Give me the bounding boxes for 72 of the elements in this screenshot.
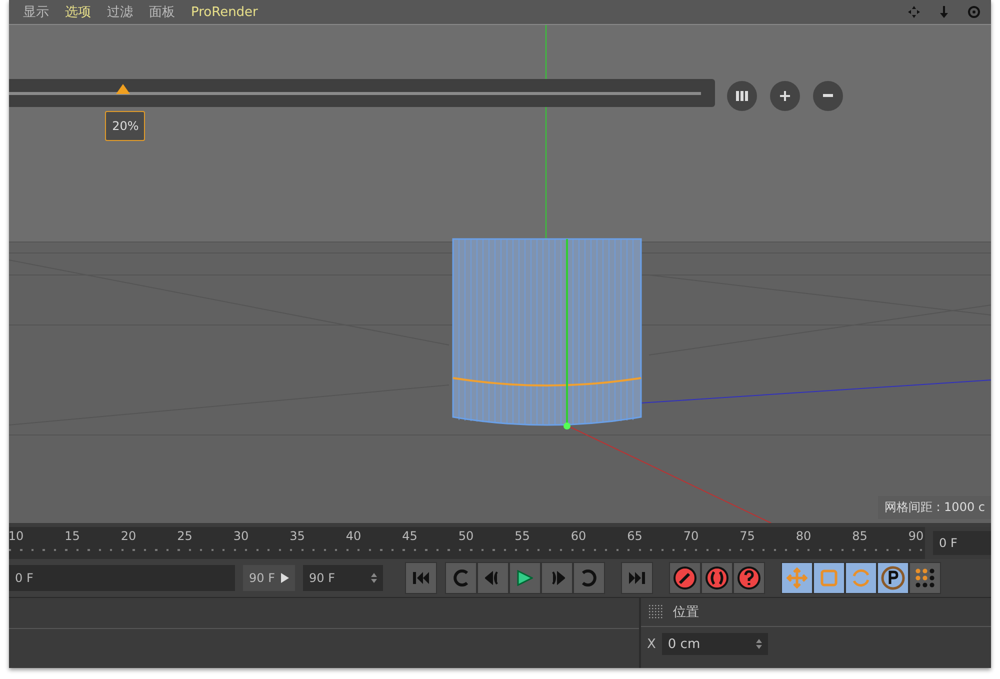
move-button[interactable]: [781, 562, 813, 594]
scale-button[interactable]: [813, 562, 845, 594]
frame-number: 10: [8, 529, 24, 543]
skip-back-icon: [412, 571, 430, 585]
first-frame-button[interactable]: [405, 562, 437, 594]
menu-item[interactable]: 选项: [65, 3, 91, 21]
end-frame-field[interactable]: 90 F: [303, 565, 383, 591]
plus-icon: [779, 90, 791, 102]
next-frame-button[interactable]: [541, 562, 573, 594]
move-arrows-icon: [786, 567, 808, 589]
remove-button[interactable]: [813, 81, 843, 111]
zoom-slider[interactable]: [9, 79, 715, 107]
rotate-view-icon[interactable]: [967, 5, 981, 19]
frame-number: 35: [290, 529, 305, 543]
record-key-button[interactable]: [669, 562, 701, 594]
brackets-icon: [705, 566, 729, 590]
frame-number: 65: [627, 529, 642, 543]
point-level-button[interactable]: [909, 562, 941, 594]
frame-number: 50: [458, 529, 474, 543]
skip-forward-icon: [628, 571, 646, 585]
next-key-button[interactable]: [573, 562, 605, 594]
frame-number: 90: [908, 529, 924, 543]
play-icon: [517, 570, 533, 586]
autokey-button[interactable]: [701, 562, 733, 594]
spinner-icon[interactable]: [756, 639, 762, 649]
grip-icon: [649, 605, 663, 619]
spinner-icon[interactable]: [371, 573, 377, 583]
grid-spacing-label: 网格间距 : 1000 c: [878, 496, 991, 519]
parameter-button[interactable]: [877, 562, 909, 594]
play-arrow-icon: [281, 573, 289, 583]
panel-title: 位置: [673, 604, 699, 621]
columns-button[interactable]: [727, 81, 757, 111]
menu-item[interactable]: 面板: [149, 3, 175, 21]
down-arrow-icon[interactable]: [937, 5, 951, 19]
frame-number: 25: [177, 529, 192, 543]
slider-thumb[interactable]: [116, 84, 130, 94]
menu-item[interactable]: ProRender: [191, 4, 258, 20]
rotate-arrows-icon: [850, 567, 872, 589]
frame-number: 20: [120, 529, 136, 543]
frame-number: 15: [64, 529, 80, 543]
current-frame-field[interactable]: 0 F: [933, 531, 991, 555]
menu-item[interactable]: 过滤: [107, 3, 133, 21]
keyframe-selection-button[interactable]: [733, 562, 765, 594]
bars-icon: [735, 90, 749, 102]
frame-number: 60: [570, 529, 586, 543]
frame-number: 55: [514, 529, 530, 543]
minus-icon: [822, 94, 834, 98]
last-frame-button[interactable]: [621, 562, 653, 594]
axis-label: X: [647, 636, 656, 652]
position-field[interactable]: 0 cm: [662, 633, 768, 655]
letter-p-circle-icon: [881, 566, 905, 590]
timeline-ruler[interactable]: 10 15 20 25 30 35 40 45 50 55 60 65 70 75 80 85 90: [9, 527, 925, 559]
previous-frame-button[interactable]: [477, 562, 509, 594]
frame-number: 30: [233, 529, 249, 543]
frame-number: 85: [852, 529, 868, 543]
play-button[interactable]: [509, 562, 541, 594]
frame-number: 75: [740, 529, 755, 543]
previous-key-button[interactable]: [445, 562, 477, 594]
frame-number: 70: [683, 529, 699, 543]
frame-number: 40: [346, 529, 362, 543]
dot-grid-icon: [915, 568, 935, 588]
menu-item[interactable]: 显示: [23, 3, 49, 21]
move-view-icon[interactable]: [907, 5, 921, 19]
add-button[interactable]: [770, 81, 800, 111]
slider-value: 20%: [105, 111, 146, 141]
question-icon: [737, 566, 761, 590]
frame-number: 80: [796, 529, 812, 543]
rotate-button[interactable]: [845, 562, 877, 594]
start-frame-field[interactable]: 0 F: [9, 565, 235, 591]
square-icon: [819, 568, 839, 588]
preview-end-field[interactable]: 90 F: [243, 565, 295, 591]
frame-number: 45: [402, 529, 418, 543]
